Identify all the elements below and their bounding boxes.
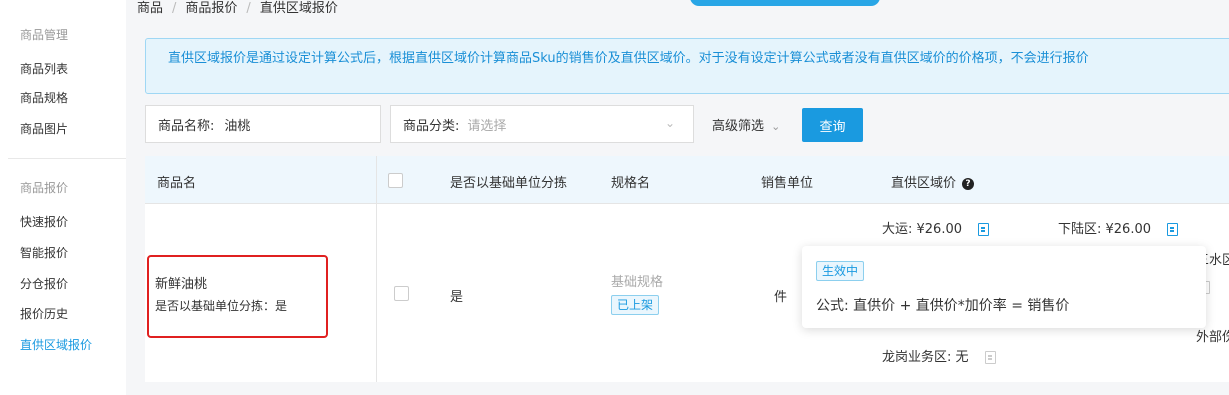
th-basic-sort: 是否以基础单位分拣: [450, 176, 568, 191]
sidebar-item-direct-region-quote[interactable]: 直供区域报价: [20, 336, 92, 353]
price-xialu-text: 下陆区: ¥26.00: [1058, 222, 1151, 237]
th-sale-unit: 销售单位: [761, 176, 814, 191]
breadcrumb-item-current: 直供区域报价: [259, 1, 338, 16]
product-name-label: 商品名称:: [158, 118, 215, 134]
highlight-annotation-box: [147, 255, 328, 338]
sidebar-item-warehouse-quote[interactable]: 分仓报价: [20, 275, 68, 292]
sidebar-item-product-spec[interactable]: 商品规格: [20, 89, 68, 106]
sidebar-item-product-image[interactable]: 商品图片: [20, 120, 68, 137]
sidebar-group-product-quote: 商品报价: [20, 181, 69, 195]
advanced-filter-toggle[interactable]: 高级筛选 ⌄: [712, 115, 780, 134]
price-longgang-text: 龙岗业务区: 无: [882, 350, 969, 365]
spec-name: 基础规格: [611, 275, 664, 290]
row-checkbox[interactable]: [394, 286, 409, 301]
chevron-down-icon: ⌄: [664, 116, 675, 130]
price-dayun-text: 大运: ¥26.00: [882, 222, 962, 237]
category-placeholder: 请选择: [467, 118, 507, 134]
select-all-checkbox[interactable]: [388, 173, 403, 188]
category-label: 商品分类:: [403, 118, 460, 134]
table-header: 商品名 是否以基础单位分拣 规格名 销售单位 直供区域价?: [145, 156, 1229, 204]
formula-text: 公式: 直供价 + 直供价*加价率 = 销售价: [816, 298, 1070, 314]
advanced-filter-label: 高级筛选: [712, 119, 765, 134]
status-badge: 已上架: [611, 295, 660, 315]
document-icon[interactable]: [1167, 223, 1178, 236]
sidebar-item-quick-quote[interactable]: 快速报价: [20, 213, 68, 230]
th-product-name: 商品名: [157, 176, 197, 191]
column-divider: [376, 156, 377, 382]
product-name-filter[interactable]: 商品名称: 油桃: [145, 105, 381, 143]
query-button[interactable]: 查询: [802, 108, 863, 142]
breadcrumb-item-product[interactable]: 商品: [137, 1, 163, 16]
price-xialu: 下陆区: ¥26.00: [1058, 218, 1178, 237]
top-banner-pill: [690, 0, 880, 6]
breadcrumb-item-quote[interactable]: 商品报价: [185, 1, 237, 16]
formula-popover: 生效中 公式: 直供价 + 直供价*加价率 = 销售价: [802, 246, 1206, 328]
category-select[interactable]: 商品分类: 请选择 ⌄: [390, 105, 694, 143]
th-direct-region-price-label: 直供区域价: [891, 176, 957, 191]
active-status-badge: 生效中: [816, 261, 865, 281]
sidebar-divider: [8, 158, 126, 159]
price-waibu: 外部伤: [1196, 330, 1229, 345]
product-name-input[interactable]: 油桃: [224, 115, 250, 134]
chevron-down-icon: ⌄: [771, 120, 781, 133]
sidebar-item-product-list[interactable]: 商品列表: [20, 60, 68, 77]
price-dayun: 大运: ¥26.00: [882, 218, 989, 237]
sidebar-item-smart-quote[interactable]: 智能报价: [20, 244, 68, 261]
document-icon[interactable]: [978, 223, 989, 236]
document-icon[interactable]: [984, 351, 996, 364]
th-spec-name: 规格名: [611, 176, 651, 191]
sidebar-item-quote-history[interactable]: 报价历史: [20, 305, 68, 322]
breadcrumb: 商品 / 商品报价 / 直供区域报价: [137, 1, 338, 16]
basic-sort-value: 是: [450, 290, 464, 305]
price-longgang: 龙岗业务区: 无: [882, 346, 996, 365]
sidebar-group-product-management: 商品管理: [20, 28, 69, 42]
th-direct-region-price: 直供区域价?: [891, 172, 975, 191]
sidebar: 商品管理 商品列表 商品规格 商品图片 商品报价 快速报价 智能报价 分仓报价 …: [0, 0, 126, 395]
help-icon[interactable]: ?: [962, 177, 975, 190]
info-alert: 直供区域报价是通过设定计算公式后，根据直供区域价计算商品Sku的销售价及直供区域…: [145, 38, 1229, 94]
sale-unit: 件: [774, 290, 788, 305]
